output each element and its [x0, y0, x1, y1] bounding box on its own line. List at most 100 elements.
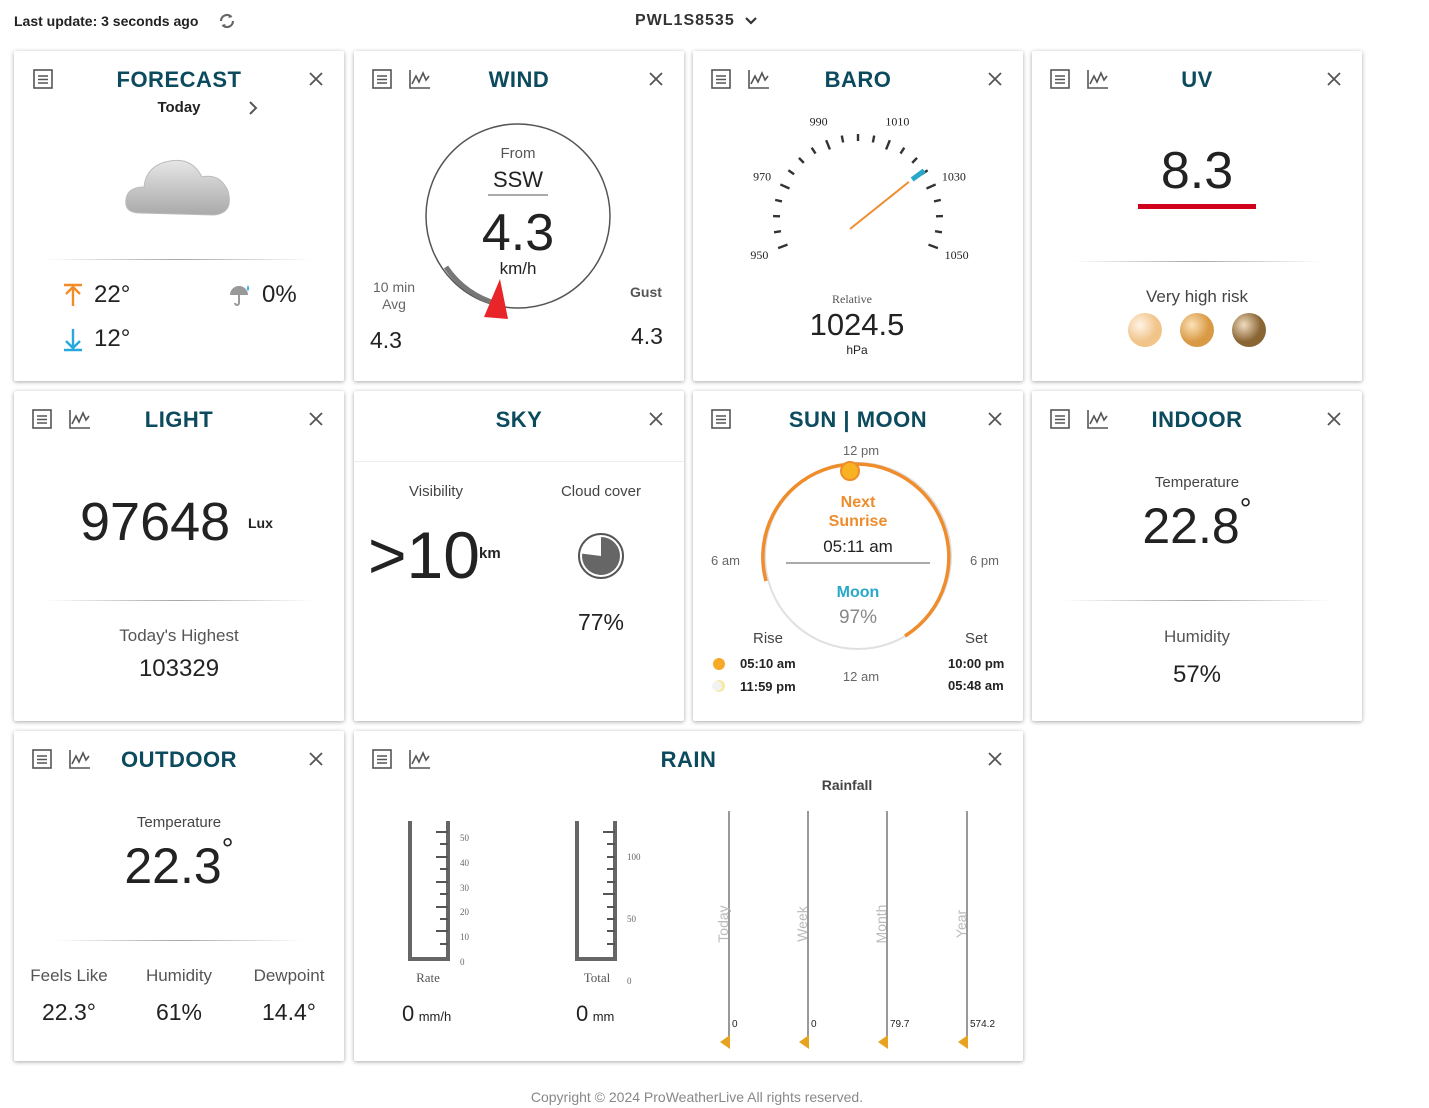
total-value: 0 mm [576, 1001, 615, 1026]
dewpoint-label: Dewpoint [253, 966, 325, 985]
close-icon[interactable] [649, 412, 663, 426]
outdoor-card: OUTDOOR Temperature 22.3° Feels Like 22.… [14, 731, 344, 1061]
baro-tick [933, 198, 942, 203]
cloud-cover-label: Cloud cover [560, 483, 642, 500]
set-label: Set [965, 630, 988, 647]
cloud-cover-value: 77% [577, 609, 625, 635]
baro-tick [798, 157, 805, 164]
baro-tick [899, 147, 906, 155]
visibility-unit: km [479, 545, 501, 562]
indoor-humidity-value: 57% [1172, 661, 1222, 688]
cloud-cover-pie [578, 533, 624, 579]
forecast-day: Today [157, 99, 201, 116]
indoor-humidity-label: Humidity [1163, 627, 1231, 646]
outdoor-temp: 22.3° [124, 833, 234, 894]
baro-title: BARO [824, 67, 892, 92]
wind-gust-value: 4.3 [631, 323, 663, 349]
close-icon[interactable] [309, 752, 323, 766]
divider [1072, 261, 1322, 262]
sun-set-time: 10:00 pm [948, 656, 1005, 671]
rain-period-label: Year [953, 909, 969, 939]
sun-position [840, 461, 860, 481]
rain-marker-icon [799, 1035, 809, 1049]
sun-rise-time: 05:10 am [740, 656, 796, 671]
station-selector[interactable]: PWL1S8535 [635, 12, 735, 30]
close-icon[interactable] [988, 72, 1002, 86]
rate-value: 0 mm/h [402, 1001, 452, 1026]
baro-tick [825, 139, 832, 150]
close-icon[interactable] [988, 412, 1002, 426]
close-icon[interactable] [309, 72, 323, 86]
indoor-card: INDOOR Temperature 22.8° Humidity 57% [1032, 391, 1362, 721]
baro-tick [774, 198, 783, 203]
dewpoint-value: 14.4° [262, 999, 316, 1025]
outdoor-temp-label: Temperature [136, 814, 222, 831]
umbrella-icon [230, 285, 249, 306]
sky-card: SKY Visibility >10 km Cloud cover 77% [354, 391, 684, 721]
baro-tick [773, 230, 782, 234]
rain-title: RAIN [660, 747, 717, 772]
moon-label: Moon [836, 584, 880, 601]
light-highest-label: Today's Highest [119, 626, 239, 645]
baro-gauge: 950 970 990 1010 1030 1050 [750, 115, 969, 262]
forecast-card: FORECAST Today 22° 0% 12° [14, 51, 344, 381]
indoor-title: INDOOR [1151, 407, 1243, 432]
forecast-low: 12° [94, 325, 131, 352]
forecast-title: FORECAST [116, 67, 242, 92]
wind-unit: km/h [499, 259, 537, 278]
baro-tick [928, 243, 939, 250]
total-ticks: 100 50 0 [627, 852, 641, 986]
rain-period-label: Month [873, 904, 889, 944]
last-update-text: Last update: 3 seconds ago [14, 13, 199, 29]
uv-risk: Very high risk [1145, 287, 1249, 306]
baro-tick [884, 139, 891, 150]
next-event-label: Next Sunrise [828, 494, 888, 530]
baro-tick [810, 147, 817, 155]
visibility-label: Visibility [409, 483, 463, 500]
baro-tick-label: 1030 [942, 169, 966, 183]
close-icon[interactable] [1327, 72, 1341, 86]
wind-gust-label: Gust [630, 284, 662, 300]
outdoor-title: OUTDOOR [121, 747, 237, 772]
close-icon[interactable] [649, 72, 663, 86]
uv-level-bar [1138, 204, 1256, 209]
moon-icon [712, 680, 725, 692]
rise-label: Rise [753, 630, 784, 647]
refresh-icon[interactable] [218, 12, 236, 30]
forecast-precip: 0% [262, 281, 297, 308]
rainfall-label: Rainfall [821, 777, 873, 793]
wind-card: WIND From SSW 4.3 km/h 10 min Avg 4.3 Gus… [354, 51, 684, 381]
sky-title: SKY [495, 407, 543, 432]
close-icon[interactable] [1327, 412, 1341, 426]
sun-icon [713, 658, 725, 670]
cloud-icon [125, 159, 230, 216]
chevron-right-icon[interactable] [248, 101, 258, 115]
baro-tick [787, 169, 795, 176]
baro-tick [934, 230, 943, 234]
baro-label: Relative [832, 292, 872, 306]
arrow-up-icon [64, 283, 82, 306]
baro-value: 1024.5 [809, 307, 905, 342]
baro-tick-label: 1050 [945, 248, 969, 262]
sunmoon-card: SUN | MOON 12 pm 6 am 6 pm 12 am Next Sun… [693, 391, 1023, 721]
forecast-high: 22° [94, 281, 131, 308]
time-6pm: 6 pm [970, 553, 999, 568]
baro-marker [910, 168, 926, 182]
chevron-down-icon[interactable] [744, 14, 758, 28]
divider [1062, 600, 1332, 601]
close-icon[interactable] [309, 412, 323, 426]
baro-tick-label: 1010 [885, 115, 909, 129]
rain-period-value: 0 [732, 1019, 738, 1030]
close-icon[interactable] [988, 752, 1002, 766]
baro-unit: hPa [846, 343, 868, 357]
wind-from-label: From [500, 145, 536, 162]
top-bar: Last update: 3 seconds ago PWL1S8535 [0, 0, 1429, 44]
wind-title: WIND [488, 67, 550, 92]
baro-tick-label: 970 [753, 169, 771, 183]
outdoor-humidity-value: 61% [155, 999, 203, 1025]
divider [44, 259, 314, 260]
baro-needle [849, 181, 910, 230]
light-title: LIGHT [144, 407, 214, 432]
rate-ticks: 50 40 30 20 10 0 [460, 833, 469, 967]
rate-label: Rate [416, 970, 440, 985]
